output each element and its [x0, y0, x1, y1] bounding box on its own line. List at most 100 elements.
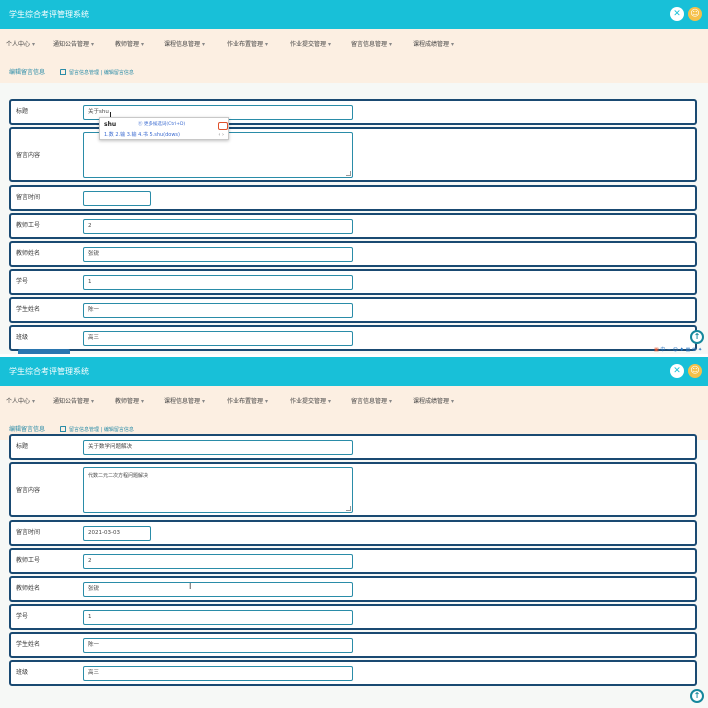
chevron-down-icon: ▾ — [265, 398, 269, 405]
nav-item-submissions[interactable]: 作业提交管理 ▾ — [290, 398, 331, 406]
title-input[interactable]: 关于数学问题解决 — [83, 440, 353, 455]
ime-candidate-popup[interactable]: shu ⑪ 更多候选词(Ctrl+D) 1.数 2.输 3.输 4.书 5.sh… — [99, 117, 229, 140]
main-nav: 个人中心 ▾ 通知公告管理 ▾ 教师管理 ▾ 课程信息管理 ▾ 作业布置管理 ▾ 作业提交… — [0, 29, 708, 61]
chevron-down-icon: ▾ — [202, 41, 206, 48]
student-name-input[interactable]: 陈一 — [83, 303, 353, 318]
screenshot-top: 学生综合考评管理系统 ✕ ☺ 个人中心 ▾ 通知公告管理 ▾ 教师管理 ▾ 课程信息管… — [0, 0, 708, 354]
app-title: 学生综合考评管理系统 — [9, 10, 89, 19]
class-input[interactable]: 高三 — [83, 331, 353, 346]
nav-item-assignments[interactable]: 作业布置管理 ▾ — [227, 398, 268, 406]
class-input[interactable]: 高三 — [83, 666, 353, 681]
title-label: 标题 — [16, 443, 29, 450]
nav-item-messages[interactable]: 留言信息管理 ▾ — [351, 41, 392, 49]
student-id-input[interactable]: 1 — [83, 275, 353, 290]
class-label: 班级 — [16, 669, 29, 676]
nav-item-notices[interactable]: 通知公告管理 ▾ — [53, 398, 94, 406]
nav-item-teachers[interactable]: 教师管理 ▾ — [115, 398, 144, 406]
student-name-row: 学生姓名 陈一 — [9, 632, 697, 658]
class-label: 班级 — [16, 334, 29, 341]
time-input[interactable] — [83, 191, 151, 206]
chevron-down-icon: ▾ — [328, 398, 332, 405]
ime-pinyin: shu — [104, 121, 117, 128]
nav-item-grades[interactable]: 课程成绩管理 ▾ — [413, 398, 454, 406]
student-id-row: 学号 1 — [9, 604, 697, 630]
chevron-down-icon: ▾ — [451, 398, 455, 405]
screenshot-bottom: 学生综合考评管理系统 ✕ ☺ 个人中心 ▾ 通知公告管理 ▾ 教师管理 ▾ 课程信息管… — [0, 357, 708, 708]
resize-grip-icon[interactable] — [346, 171, 351, 176]
ime-logo-icon — [218, 122, 228, 130]
app-title: 学生综合考评管理系统 — [9, 367, 89, 376]
ime-toolbar[interactable]: ▣ 中 ∽ ☺ ♦ ▦ ⚙ ✦ — [654, 346, 702, 354]
time-input[interactable]: 2021-03-03 — [83, 526, 151, 541]
ime-page-arrows-icon[interactable]: ‹ › — [218, 131, 224, 139]
home-icon[interactable] — [60, 426, 66, 432]
page-title: 编辑留言信息 — [9, 426, 46, 433]
teacher-name-row: 教师姓名 张锐 — [9, 241, 697, 267]
nav-item-courses[interactable]: 课程信息管理 ▾ — [164, 398, 205, 406]
student-name-label: 学生姓名 — [16, 641, 41, 648]
title-row: 标题 关于数学问题解决 — [9, 434, 697, 460]
nav-item-assignments[interactable]: 作业布置管理 ▾ — [227, 41, 268, 49]
close-icon[interactable]: ✕ — [670, 364, 684, 378]
user-icon[interactable]: ☺ — [688, 7, 702, 21]
time-label: 留言时间 — [16, 529, 41, 536]
ime-candidates[interactable]: 1.数 2.输 3.输 4.书 5.shu(dows) — [104, 131, 180, 139]
student-id-label: 学号 — [16, 613, 29, 620]
chevron-down-icon: ▾ — [91, 398, 95, 405]
student-name-row: 学生姓名 陈一 — [9, 297, 697, 323]
nav-item-notices[interactable]: 通知公告管理 ▾ — [53, 41, 94, 49]
top-bar: 学生综合考评管理系统 ✕ ☺ — [0, 0, 708, 29]
chevron-down-icon: ▾ — [91, 41, 95, 48]
student-name-input[interactable]: 陈一 — [83, 638, 353, 653]
teacher-id-row: 教师工号 2 — [9, 213, 697, 239]
teacher-name-input[interactable]: 张锐 — [83, 247, 353, 262]
time-row: 留言时间 — [9, 185, 697, 211]
student-id-row: 学号 1 — [9, 269, 697, 295]
chevron-down-icon: ▾ — [328, 41, 332, 48]
home-icon[interactable] — [60, 69, 66, 75]
title-label: 标题 — [16, 108, 29, 115]
student-id-label: 学号 — [16, 278, 29, 285]
chevron-down-icon: ▾ — [451, 41, 455, 48]
class-row: 班级 高三 — [9, 325, 697, 351]
chevron-down-icon: ▾ — [265, 41, 269, 48]
breadcrumb-path: 留言信息管理 | 编辑留言信息 — [60, 69, 134, 77]
student-id-input[interactable]: 1 — [83, 610, 353, 625]
nav-item-personal[interactable]: 个人中心 ▾ — [6, 41, 35, 49]
edit-form: 标题 关于数学问题解决 留言内容 代数二元二次方程问题解决 留言时间 2021-… — [9, 434, 699, 694]
content-label: 留言内容 — [16, 152, 41, 159]
close-icon[interactable]: ✕ — [670, 7, 684, 21]
submit-button-partial[interactable] — [18, 349, 70, 354]
teacher-id-input[interactable]: 2 — [83, 554, 353, 569]
content-label: 留言内容 — [16, 487, 41, 494]
chevron-down-icon: ▾ — [32, 41, 36, 48]
resize-grip-icon[interactable] — [346, 506, 351, 511]
nav-item-personal[interactable]: 个人中心 ▾ — [6, 398, 35, 406]
teacher-name-input[interactable]: 张锐 — [83, 582, 353, 597]
chevron-down-icon: ▾ — [389, 41, 393, 48]
user-icon[interactable]: ☺ — [688, 364, 702, 378]
breadcrumb-path: 留言信息管理 | 编辑留言信息 — [60, 426, 134, 434]
teacher-id-label: 教师工号 — [16, 222, 41, 229]
time-row: 留言时间 2021-03-03 — [9, 520, 697, 546]
content-row: 留言内容 代数二元二次方程问题解决 — [9, 462, 697, 517]
time-label: 留言时间 — [16, 194, 41, 201]
teacher-id-row: 教师工号 2 — [9, 548, 697, 574]
scroll-top-icon[interactable]: ↑ — [690, 330, 704, 344]
nav-item-teachers[interactable]: 教师管理 ▾ — [115, 41, 144, 49]
scroll-top-icon[interactable]: ↑ — [690, 689, 704, 703]
chevron-down-icon: ▾ — [141, 41, 145, 48]
content-textarea[interactable]: 代数二元二次方程问题解决 — [83, 467, 353, 513]
nav-item-courses[interactable]: 课程信息管理 ▾ — [164, 41, 205, 49]
nav-item-submissions[interactable]: 作业提交管理 ▾ — [290, 41, 331, 49]
nav-item-messages[interactable]: 留言信息管理 ▾ — [351, 398, 392, 406]
teacher-id-input[interactable]: 2 — [83, 219, 353, 234]
nav-item-grades[interactable]: 课程成绩管理 ▾ — [413, 41, 454, 49]
main-nav: 个人中心 ▾ 通知公告管理 ▾ 教师管理 ▾ 课程信息管理 ▾ 作业布置管理 ▾ 作业提交… — [0, 386, 708, 418]
chevron-down-icon: ▾ — [32, 398, 36, 405]
teacher-name-label: 教师姓名 — [16, 585, 41, 592]
page-title: 编辑留言信息 — [9, 69, 46, 76]
ime-more-hint[interactable]: ⑪ 更多候选词(Ctrl+D) — [138, 121, 185, 129]
text-cursor-icon: I — [189, 582, 192, 591]
teacher-name-row: 教师姓名 张锐 — [9, 576, 697, 602]
